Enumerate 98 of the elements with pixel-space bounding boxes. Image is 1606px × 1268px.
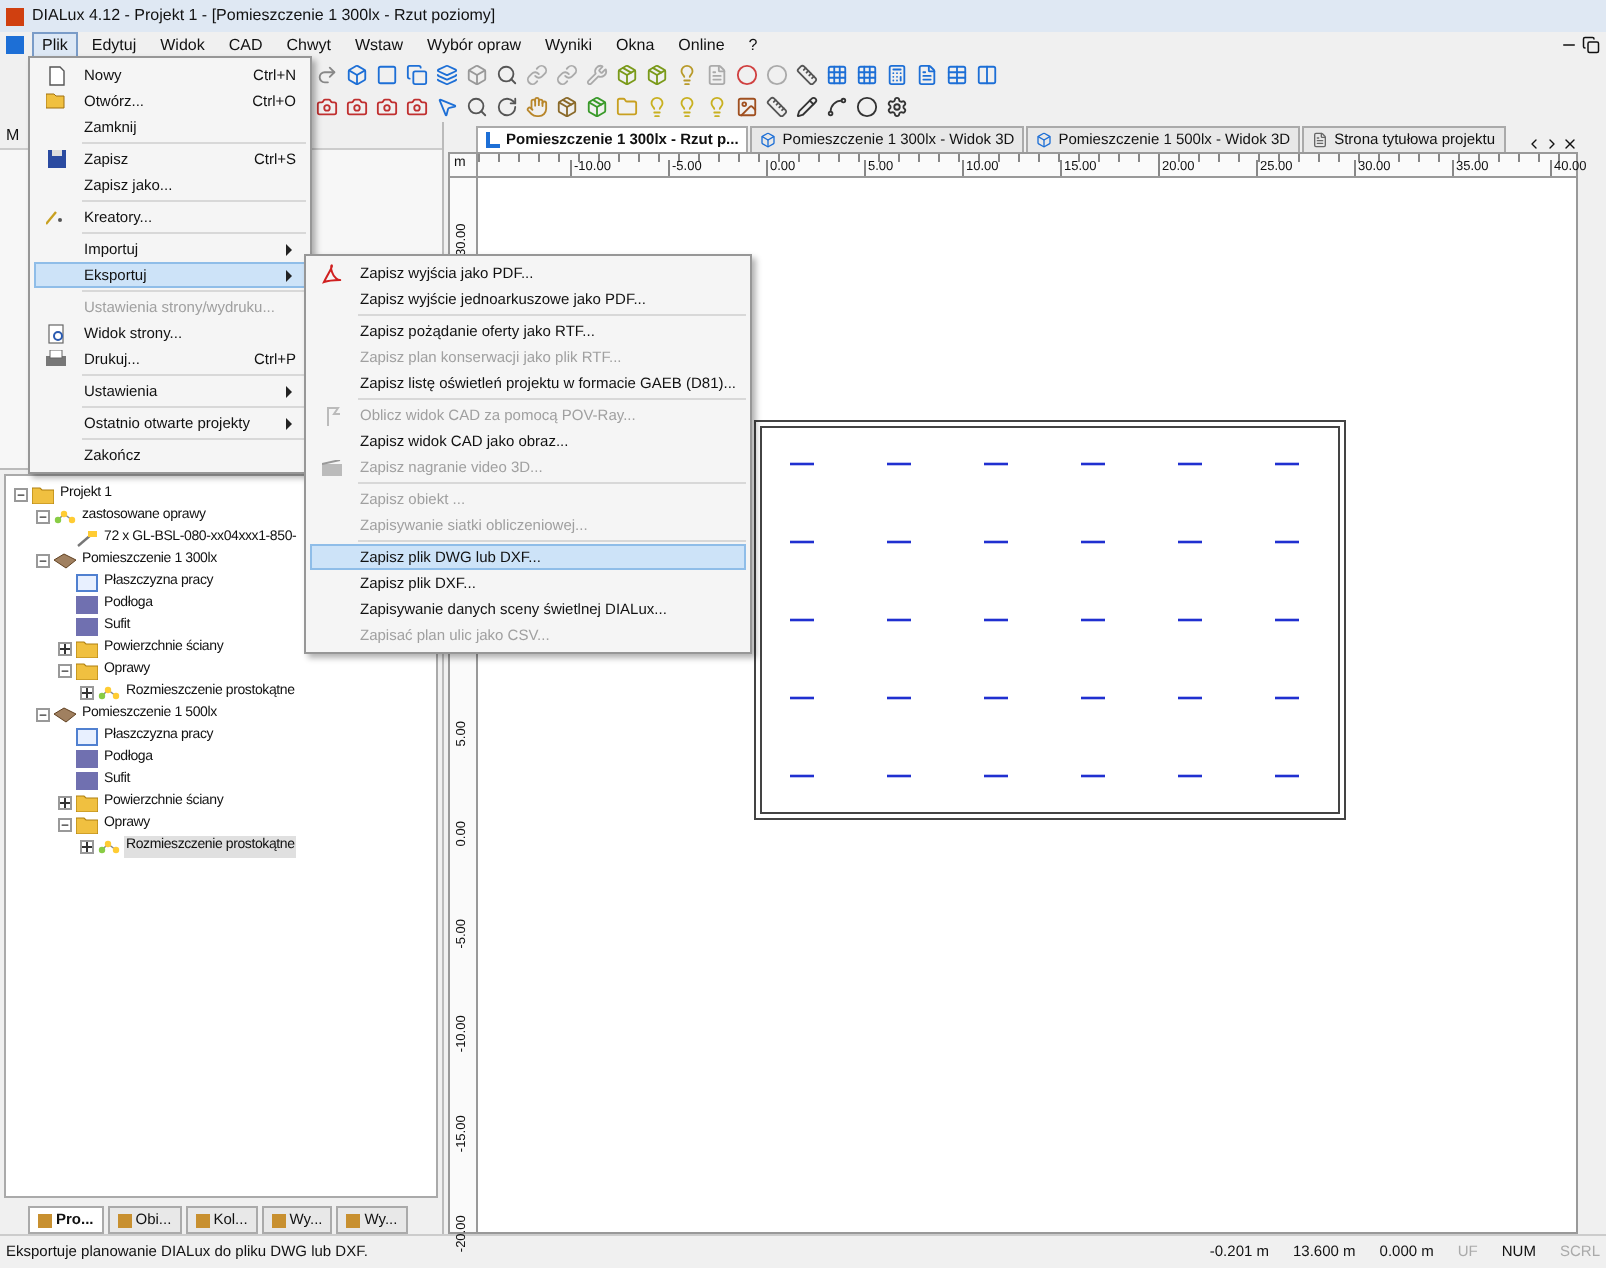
tab-icon <box>38 1213 52 1227</box>
surface-icon <box>76 596 98 614</box>
menu-bar-item[interactable]: Wstaw <box>344 31 413 59</box>
cube-icon[interactable] <box>466 63 488 85</box>
clapper-icon <box>322 459 342 475</box>
pdf-icon <box>322 263 342 283</box>
line-icon[interactable] <box>796 95 818 117</box>
grid-icon[interactable] <box>826 63 848 85</box>
folder-icon <box>76 816 98 834</box>
camera-icon[interactable] <box>316 95 338 117</box>
menu-bar-item[interactable]: Wyniki <box>535 31 603 59</box>
collapse-toggle[interactable] <box>58 664 72 678</box>
expand-toggle[interactable] <box>80 840 94 854</box>
tab-icon <box>271 1213 286 1227</box>
package-icon[interactable] <box>616 63 638 85</box>
document-icon[interactable] <box>916 63 938 85</box>
close-icon[interactable] <box>1562 136 1578 152</box>
submenu-arrow-icon <box>286 243 292 255</box>
square-icon[interactable] <box>376 63 398 85</box>
tab-icon <box>346 1213 361 1227</box>
package-icon[interactable] <box>586 95 608 117</box>
menu-bar-item[interactable]: CAD <box>218 31 273 59</box>
hand-icon[interactable] <box>526 95 548 117</box>
calculator-icon[interactable] <box>886 63 908 85</box>
room-icon <box>54 552 76 570</box>
copy-icon[interactable] <box>406 63 428 85</box>
menu-bar-item[interactable]: Chwyt <box>276 31 341 59</box>
flag-icon <box>323 405 341 425</box>
menu-bar-item[interactable]: ? <box>738 31 768 59</box>
luminaire-icon <box>76 530 98 548</box>
lamp-icon[interactable] <box>676 63 698 85</box>
folder-icon <box>76 640 98 658</box>
document-icon <box>1312 132 1329 148</box>
folder-icon <box>32 486 54 504</box>
package-icon[interactable] <box>646 63 668 85</box>
image-icon[interactable] <box>736 95 758 117</box>
surface-icon <box>76 750 98 768</box>
curve-icon[interactable] <box>826 95 848 117</box>
columns-icon[interactable] <box>976 63 998 85</box>
tab-icon <box>117 1213 132 1227</box>
printer-icon <box>46 350 66 368</box>
submenu-arrow-icon <box>286 269 292 281</box>
submenu-arrow-icon <box>286 385 292 397</box>
camera-icon[interactable] <box>376 95 398 117</box>
expand-toggle[interactable] <box>58 796 72 810</box>
tab-icon <box>195 1213 210 1227</box>
circle-icon[interactable] <box>856 95 878 117</box>
ruler-icon[interactable] <box>766 95 788 117</box>
expand-toggle[interactable] <box>80 686 94 700</box>
restore-icon[interactable] <box>1582 36 1600 54</box>
collapse-toggle[interactable] <box>14 488 28 502</box>
room-icon <box>54 706 76 724</box>
page-icon <box>47 65 65 85</box>
folder-icon <box>76 794 98 812</box>
plane-icon <box>76 728 98 746</box>
open-folder-icon <box>46 92 66 110</box>
layers-icon[interactable] <box>436 63 458 85</box>
redo-icon[interactable] <box>316 63 338 85</box>
folder-icon <box>76 662 98 680</box>
submenu-arrow-icon <box>286 417 292 429</box>
plan-icon <box>486 132 500 148</box>
scroll-left-icon[interactable] <box>1526 136 1542 152</box>
collapse-toggle[interactable] <box>58 818 72 832</box>
cube-icon[interactable] <box>346 63 368 85</box>
menu-bar-item[interactable]: Edytuj <box>81 31 147 59</box>
collapse-toggle[interactable] <box>36 554 50 568</box>
node-group-icon <box>98 684 120 702</box>
menu-bar-item[interactable]: Wybór opraw <box>416 31 532 59</box>
app-icon <box>6 7 24 25</box>
cube-icon <box>1036 132 1053 148</box>
node-group-icon <box>98 838 120 856</box>
table-icon[interactable] <box>946 63 968 85</box>
collapse-toggle[interactable] <box>36 510 50 524</box>
wand-icon <box>46 209 66 225</box>
zoom-icon[interactable] <box>466 95 488 117</box>
menu-bar-item[interactable]: Widok <box>150 31 215 59</box>
expand-toggle[interactable] <box>58 642 72 656</box>
menu-bar-item[interactable]: Online <box>668 31 735 59</box>
floppy-icon <box>47 150 65 168</box>
settings-icon[interactable] <box>886 95 908 117</box>
plane-icon <box>76 574 98 592</box>
cube-icon <box>760 132 777 148</box>
window-title: DIALux 4.12 - Projekt 1 - [Pomieszczenie 1 300lx - Rzut poziomy] <box>32 4 496 28</box>
scroll-right-icon[interactable] <box>1544 136 1560 152</box>
ruler-icon[interactable] <box>796 63 818 85</box>
menu-bar-item[interactable]: Okna <box>606 31 665 59</box>
camera-icon[interactable] <box>346 95 368 117</box>
grid-icon[interactable] <box>856 63 878 85</box>
package-icon[interactable] <box>556 95 578 117</box>
rotate-icon[interactable] <box>496 95 518 117</box>
surface-icon <box>76 618 98 636</box>
zoom-icon[interactable] <box>496 63 518 85</box>
camera-icon[interactable] <box>406 95 428 117</box>
pointer-icon[interactable] <box>436 95 458 117</box>
collapse-toggle[interactable] <box>36 708 50 722</box>
surface-icon <box>76 772 98 790</box>
magnifier-page-icon <box>47 323 65 343</box>
node-group-icon <box>54 508 76 526</box>
